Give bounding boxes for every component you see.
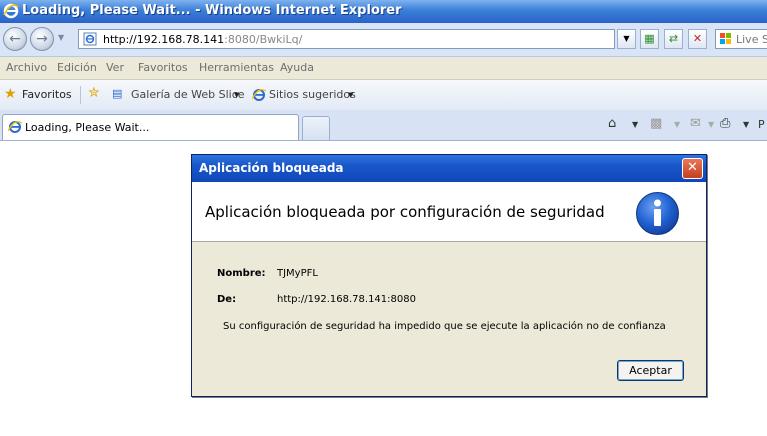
address-bar[interactable]: http://192.168.78.141:8080/BwkiLq/ (78, 29, 615, 49)
ie-logo-icon (3, 3, 19, 19)
back-button[interactable]: ← (3, 27, 27, 51)
webslice-gallery-link[interactable]: Galería de Web Slice (131, 88, 245, 101)
menu-archivo[interactable]: Archivo (6, 61, 47, 74)
page-icon (83, 32, 97, 46)
dialog-header: Aplicación bloqueada por configuración d… (192, 182, 706, 242)
dialog-close-button[interactable]: ✕ (682, 158, 703, 179)
live-search-icon (720, 33, 731, 44)
home-dropdown-icon[interactable]: ▼ (632, 120, 638, 129)
menu-edicion[interactable]: Edición (57, 61, 97, 74)
favbar-divider (80, 86, 81, 104)
name-label: Nombre: (217, 268, 266, 279)
favorites-bar: ★ Favoritos ✮ ▤ Galería de Web Slice ▼ S… (0, 80, 767, 111)
add-favorite-icon[interactable]: ✮ (88, 85, 100, 101)
new-tab-button[interactable] (302, 116, 330, 140)
menu-favoritos[interactable]: Favoritos (138, 61, 188, 74)
suggested-sites-link[interactable]: Sitios sugeridos (269, 88, 356, 101)
menu-bar: Archivo Edición Ver Favoritos Herramient… (0, 57, 767, 80)
page-menu-label[interactable]: P (758, 118, 765, 131)
url-host: http://192.168.78.141 (103, 33, 225, 46)
menu-herramientas[interactable]: Herramientas (199, 61, 274, 74)
dialog-title-bar: Aplicación bloqueada ✕ (192, 155, 706, 182)
stop-icon: ✕ (692, 32, 703, 45)
name-value: TJMyPFL (277, 268, 318, 279)
tab-active[interactable]: Loading, Please Wait... (2, 114, 299, 140)
suggested-sites-icon (252, 88, 266, 101)
menu-ayuda[interactable]: Ayuda (280, 61, 314, 74)
feeds-icon[interactable]: ▩ (650, 116, 662, 131)
address-url[interactable]: http://192.168.78.141:8080/BwkiLq/ (103, 33, 302, 46)
compatibility-view-button[interactable]: ▦ (640, 29, 659, 49)
tab-label: Loading, Please Wait... (25, 121, 150, 134)
address-toolbar: ← → ▼ http://192.168.78.141:8080/BwkiLq/… (0, 23, 767, 57)
mail-dropdown-icon[interactable]: ▼ (708, 120, 714, 129)
webslice-dropdown-icon[interactable]: ▼ (234, 91, 239, 99)
window-title-bar: Loading, Please Wait... - Windows Intern… (0, 0, 767, 23)
print-icon[interactable]: ⎙ (720, 116, 730, 131)
dialog-message: Su configuración de seguridad ha impedid… (223, 321, 666, 332)
mail-icon[interactable]: ✉ (690, 116, 701, 131)
tab-bar: Loading, Please Wait... ⌂ ▼ ▩ ▼ ✉ ▼ ⎙ ▼ … (0, 110, 767, 141)
chevron-down-icon: ▼ (623, 34, 630, 43)
favorites-star-icon: ★ (4, 86, 17, 102)
search-input[interactable]: Live S (715, 29, 767, 49)
accept-button[interactable]: Aceptar (617, 360, 684, 381)
dialog-heading: Aplicación bloqueada por configuración d… (205, 203, 605, 221)
search-placeholder: Live S (736, 33, 767, 46)
history-dropdown-icon[interactable]: ▼ (58, 33, 64, 42)
address-dropdown-button[interactable]: ▼ (617, 29, 636, 49)
stop-button[interactable]: ✕ (688, 29, 707, 49)
refresh-button[interactable]: ⇄ (664, 29, 683, 49)
from-label: De: (217, 294, 237, 305)
back-arrow-icon: ← (9, 31, 21, 47)
info-icon (636, 192, 679, 235)
window-title: Loading, Please Wait... - Windows Intern… (22, 3, 402, 18)
webslice-page-icon: ▤ (112, 87, 123, 100)
refresh-icon: ⇄ (668, 32, 679, 45)
close-icon: ✕ (687, 160, 698, 175)
from-value: http://192.168.78.141:8080 (277, 294, 416, 305)
feeds-dropdown-icon[interactable]: ▼ (674, 120, 680, 129)
print-dropdown-icon[interactable]: ▼ (743, 120, 749, 129)
forward-arrow-icon: → (36, 31, 48, 47)
url-path: :8080/BwkiLq/ (224, 33, 303, 46)
forward-button[interactable]: → (30, 27, 54, 51)
compatibility-icon: ▦ (644, 32, 655, 45)
home-icon[interactable]: ⌂ (608, 116, 616, 131)
favorites-button[interactable]: Favoritos (22, 88, 72, 101)
menu-ver[interactable]: Ver (106, 61, 124, 74)
tab-ie-icon (8, 120, 22, 133)
dialog-title: Aplicación bloqueada (199, 161, 344, 175)
blocked-app-dialog: Aplicación bloqueada ✕ Aplicación bloque… (191, 154, 707, 397)
suggested-dropdown-icon[interactable]: ▼ (348, 91, 353, 99)
